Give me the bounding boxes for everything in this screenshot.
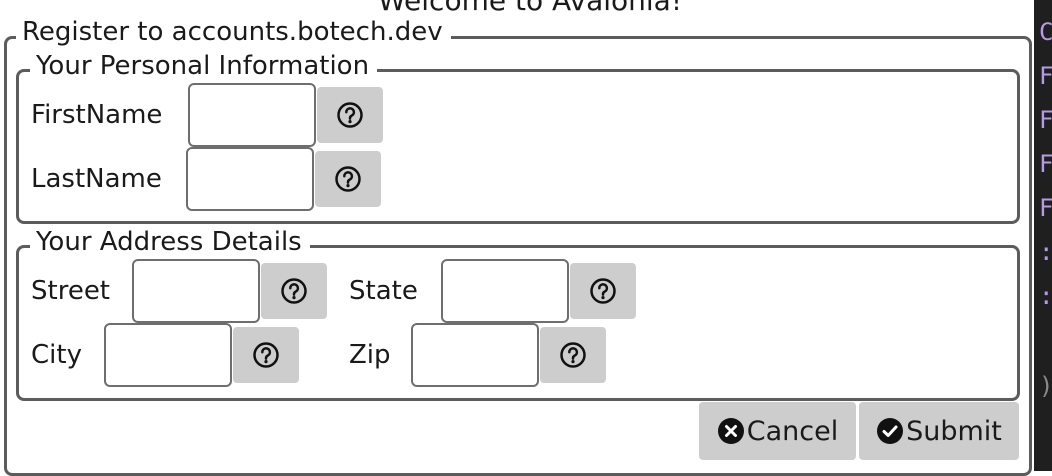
personal-info-fieldset bbox=[16, 69, 1020, 224]
question-circle-icon bbox=[337, 102, 363, 128]
question-circle-icon bbox=[590, 278, 616, 304]
state-input[interactable] bbox=[441, 259, 569, 323]
editor-char: ). bbox=[1039, 374, 1052, 398]
zip-input[interactable] bbox=[411, 323, 539, 387]
editor-background-strip: C F F F F :c :c ). bbox=[1034, 0, 1052, 471]
state-label: State bbox=[349, 276, 418, 306]
first-name-label: FirstName bbox=[31, 100, 163, 130]
editor-char: F bbox=[1039, 62, 1052, 90]
submit-button-label: Submit bbox=[906, 415, 1002, 447]
last-name-input[interactable] bbox=[186, 147, 314, 211]
editor-char: :c bbox=[1039, 284, 1052, 308]
city-input[interactable] bbox=[104, 323, 232, 387]
check-circle-icon bbox=[877, 418, 904, 444]
editor-char: F bbox=[1039, 150, 1052, 178]
city-label: City bbox=[31, 340, 82, 370]
state-help-button[interactable] bbox=[570, 263, 636, 319]
address-legend: Your Address Details bbox=[30, 227, 310, 257]
question-circle-icon bbox=[281, 278, 307, 304]
editor-char: F bbox=[1039, 106, 1052, 134]
editor-char: C bbox=[1039, 18, 1052, 46]
street-help-button[interactable] bbox=[261, 263, 327, 319]
editor-char: :c bbox=[1039, 240, 1052, 264]
city-help-button[interactable] bbox=[233, 327, 299, 383]
register-legend: Register to accounts.botech.dev bbox=[16, 17, 451, 47]
cancel-button-label: Cancel bbox=[746, 415, 839, 447]
cancel-button[interactable]: Cancel bbox=[699, 402, 856, 460]
last-name-label: LastName bbox=[31, 164, 162, 194]
zip-help-button[interactable] bbox=[540, 327, 606, 383]
question-circle-icon bbox=[335, 166, 361, 192]
question-circle-icon bbox=[253, 342, 279, 368]
close-circle-icon bbox=[717, 418, 744, 444]
street-label: Street bbox=[31, 276, 111, 306]
question-circle-icon bbox=[560, 342, 586, 368]
personal-info-legend: Your Personal Information bbox=[30, 51, 378, 81]
first-name-input[interactable] bbox=[188, 83, 316, 147]
first-name-help-button[interactable] bbox=[317, 87, 383, 143]
zip-label: Zip bbox=[349, 340, 391, 370]
submit-button[interactable]: Submit bbox=[859, 402, 1019, 460]
editor-char: F bbox=[1039, 194, 1052, 222]
street-input[interactable] bbox=[132, 259, 260, 323]
last-name-help-button[interactable] bbox=[315, 151, 381, 207]
window-title: Welcome to Avalonia! bbox=[378, 0, 683, 17]
